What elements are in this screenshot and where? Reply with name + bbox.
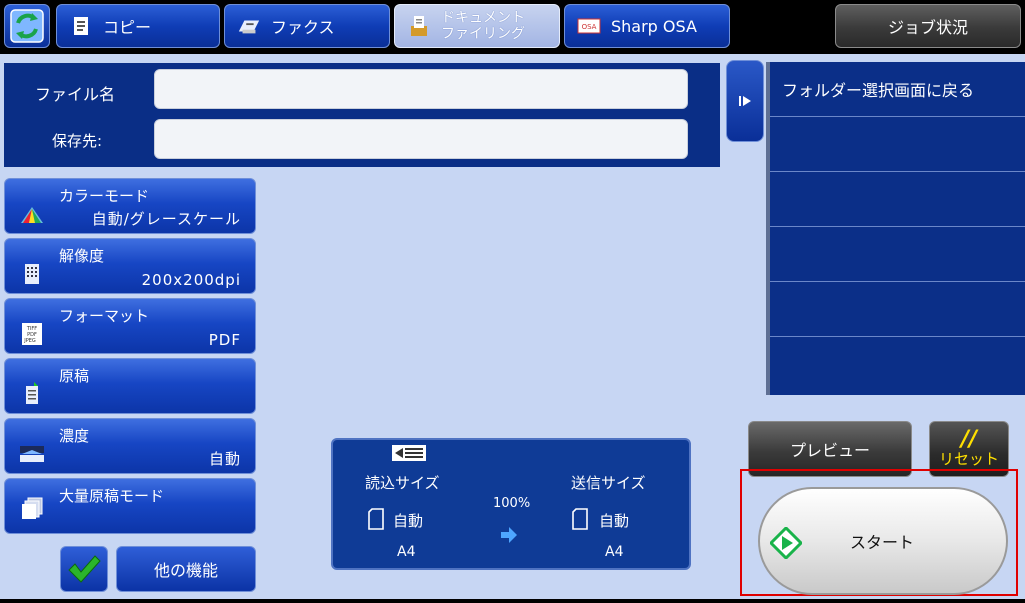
other-functions-button[interactable]: 他の機能 [116, 546, 256, 592]
color-mode-icon [19, 201, 45, 227]
folder-list-panel: フォルダー選択画面に戻る [766, 62, 1025, 395]
color-mode-value: 自動/グレースケール [91, 210, 241, 228]
filename-field[interactable] [154, 69, 688, 109]
reset-label: リセット [938, 450, 999, 468]
resolution-button[interactable]: 解像度 200x200dpi [4, 238, 256, 294]
list-item[interactable] [770, 227, 1025, 282]
start-button[interactable]: スタート [758, 487, 1008, 595]
destination-field[interactable] [154, 119, 688, 159]
ratio-value: 100% [493, 496, 531, 511]
bottom-border [0, 599, 1025, 603]
original-icon [19, 381, 45, 407]
osa-icon: OSA [577, 14, 601, 38]
format-icon: TIFF PDF JPEG [19, 321, 45, 347]
job-build-icon [19, 495, 45, 521]
list-item[interactable] [770, 172, 1025, 227]
top-mode-bar: コピー ファクス ドキュメント ファイリング OSA Sharp OSA ジョブ… [0, 0, 1025, 54]
scanner-icon [392, 445, 426, 461]
list-item[interactable] [770, 337, 1025, 392]
tab-document-filing-label: ドキュメント ファイリング [441, 10, 525, 42]
size-info-panel[interactable]: 読込サイズ 自動 A4 100% 送信サイズ 自動 A4 [331, 438, 691, 570]
list-item[interactable] [770, 117, 1025, 172]
tab-document-filing[interactable]: ドキュメント ファイリング [394, 4, 560, 48]
scan-size-label: 読込サイズ [365, 474, 440, 492]
original-title: 原稿 [59, 367, 90, 385]
format-icon-text-jpeg: JPEG [23, 338, 36, 344]
job-build-title: 大量原稿モード [59, 487, 165, 505]
exposure-title: 濃度 [59, 427, 90, 445]
preview-label: プレビュー [789, 441, 870, 460]
page-icon [572, 508, 588, 530]
color-mode-button[interactable]: カラーモード 自動/グレースケール [4, 178, 256, 234]
send-size-label: 送信サイズ [571, 474, 646, 492]
reset-icon: // [960, 427, 978, 452]
file-info-panel: ファイル名 保存先: [4, 63, 720, 167]
tab-sharp-osa-label: Sharp OSA [611, 16, 697, 36]
original-button[interactable]: 原稿 [4, 358, 256, 414]
page-icon [368, 508, 384, 530]
start-label: スタート [850, 533, 915, 552]
format-button[interactable]: TIFF PDF JPEG フォーマット PDF [4, 298, 256, 354]
checkmark-icon [68, 555, 101, 583]
resolution-value: 200x200dpi [141, 271, 241, 289]
send-paper-value: A4 [605, 544, 624, 560]
job-build-button[interactable]: 大量原稿モード [4, 478, 256, 534]
home-mode-icon [10, 9, 44, 43]
destination-label: 保存先: [52, 132, 103, 150]
scan-mode-value: 自動 [393, 512, 424, 530]
tab-document-filing-line2: ファイリング [441, 26, 525, 42]
home-button[interactable] [4, 4, 50, 48]
copy-icon [69, 14, 93, 38]
tab-sharp-osa[interactable]: OSA Sharp OSA [564, 4, 730, 48]
job-status-button[interactable]: ジョブ状況 [835, 4, 1021, 48]
confirm-check-button[interactable] [60, 546, 108, 592]
folder-panel-toggle-button[interactable] [726, 60, 764, 142]
arrow-right-icon [501, 527, 517, 543]
scan-paper-value: A4 [397, 544, 416, 560]
play-arrow-icon [739, 96, 751, 106]
format-value: PDF [208, 331, 241, 349]
tab-fax-label: ファクス [271, 18, 335, 37]
color-mode-title: カラーモード [59, 187, 150, 205]
start-diamond-icon [770, 527, 802, 559]
back-to-folder-select-button[interactable]: フォルダー選択画面に戻る [770, 62, 1025, 117]
exposure-value: 自動 [208, 450, 241, 468]
tab-fax[interactable]: ファクス [224, 4, 390, 48]
filename-label: ファイル名 [35, 85, 116, 104]
svg-text:OSA: OSA [582, 23, 597, 31]
exposure-icon [19, 441, 45, 467]
send-mode-value: 自動 [599, 512, 630, 530]
tab-copy[interactable]: コピー [56, 4, 220, 48]
format-title: フォーマット [59, 307, 150, 325]
tab-document-filing-line1: ドキュメント [441, 10, 525, 26]
resolution-title: 解像度 [59, 247, 105, 265]
back-to-folder-select-label: フォルダー選択画面に戻る [782, 81, 975, 100]
tab-copy-label: コピー [103, 18, 152, 37]
document-filing-icon [407, 14, 431, 38]
job-status-label: ジョブ状況 [887, 18, 968, 37]
other-functions-label: 他の機能 [153, 561, 218, 580]
exposure-button[interactable]: 濃度 自動 [4, 418, 256, 474]
fax-icon [237, 14, 261, 38]
list-item[interactable] [770, 282, 1025, 337]
resolution-icon [19, 261, 45, 287]
